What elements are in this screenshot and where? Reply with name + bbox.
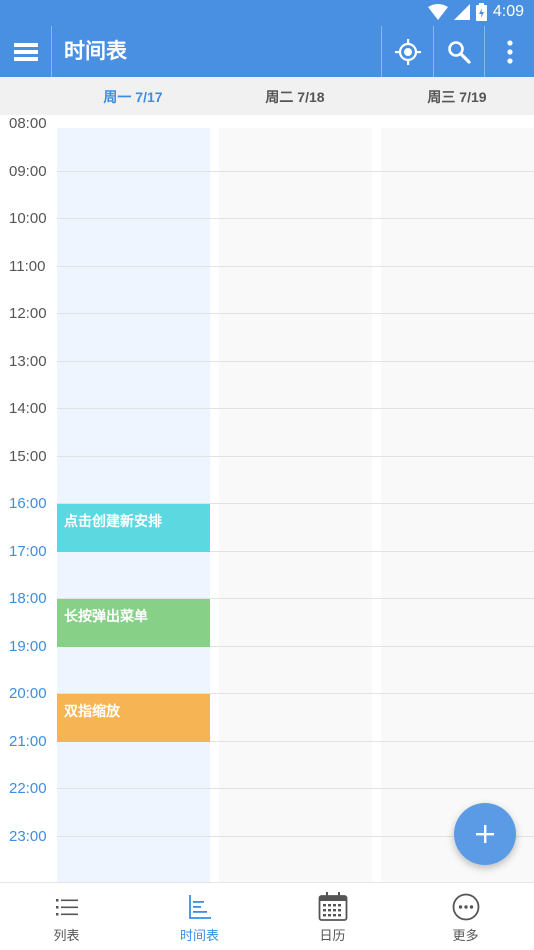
hour-gridline: [57, 218, 534, 219]
hour-gridline: [57, 455, 534, 457]
menu-icon: [13, 42, 38, 61]
plus-icon: [476, 825, 494, 843]
nav-tab-label: 列表: [53, 928, 80, 943]
timetable-grid[interactable]: 08:00 09:00 10:00 11:00 12:00 13:00 14:00 15:00…: [0, 115, 534, 882]
hour-label: 23:00: [9, 827, 47, 845]
hour-label: 13:00: [9, 352, 47, 370]
hour-label: 12:00: [9, 305, 47, 322]
hour-gridline: [57, 788, 534, 789]
hour-label: 09:00: [9, 162, 47, 180]
nav-tab-calendar[interactable]: 日历: [266, 883, 399, 950]
nav-tab-label: 日历: [319, 928, 346, 943]
day-column-tue[interactable]: [219, 128, 372, 882]
hour-label: 17:00: [9, 542, 47, 560]
hour-label: 11:00: [9, 257, 46, 275]
day-tab-mon[interactable]: 周一 7/17: [57, 77, 209, 115]
more-options-button[interactable]: [484, 26, 534, 77]
status-bar: 4:09: [0, 0, 534, 26]
app-bar: 时间表: [0, 26, 534, 77]
hour-label: 19:00: [9, 637, 47, 655]
nav-tab-label: 时间表: [179, 928, 219, 943]
add-event-button[interactable]: [454, 803, 516, 865]
hour-gridline: [57, 265, 534, 267]
event-block[interactable]: 点击创建新安排: [57, 504, 210, 552]
status-time: 4:09: [492, 3, 524, 20]
hour-gridline: [57, 313, 534, 314]
hour-label: 16:00: [9, 495, 47, 512]
hour-label: 21:00: [9, 732, 47, 750]
search-button[interactable]: [433, 26, 484, 77]
hour-gridline: [57, 360, 534, 362]
locate-button[interactable]: [382, 26, 433, 77]
hour-label: 20:00: [9, 685, 47, 702]
nav-tab-more[interactable]: 更多: [399, 883, 532, 950]
app-bar-divider: [51, 26, 52, 77]
search-icon: [447, 40, 471, 64]
hour-gridline: [57, 408, 534, 409]
battery-icon: [475, 3, 487, 21]
calendar-icon: [318, 892, 347, 921]
day-header: 周一 7/17 周二 7/18 周三 7/19: [0, 77, 534, 115]
hour-label: 18:00: [9, 590, 47, 607]
event-block[interactable]: 双指缩放: [57, 694, 210, 742]
nav-tab-timetable[interactable]: 时间表: [133, 883, 266, 950]
locate-icon: [394, 38, 421, 65]
day-tab-tue[interactable]: 周二 7/18: [219, 77, 371, 115]
hour-label: 10:00: [9, 210, 47, 227]
nav-tab-list[interactable]: 列表: [0, 883, 133, 950]
more-vert-icon: [506, 39, 513, 64]
day-tab-wed[interactable]: 周三 7/19: [381, 77, 533, 115]
nav-tab-label: 更多: [452, 928, 479, 943]
list-icon: [55, 899, 78, 916]
page-title: 时间表: [64, 40, 127, 63]
hour-label: 14:00: [9, 400, 47, 417]
hour-label: 15:00: [9, 447, 47, 465]
timetable-icon: [188, 895, 211, 919]
event-block[interactable]: 长按弹出菜单: [57, 599, 210, 647]
signal-icon: [453, 4, 470, 20]
hour-gridline: [57, 170, 534, 172]
hour-label: 08:00: [9, 115, 47, 132]
wifi-icon: [427, 4, 448, 20]
menu-button[interactable]: [0, 26, 51, 77]
day-column-wed[interactable]: [381, 128, 534, 882]
bottom-nav: 列表 时间表 日历 更多: [0, 882, 534, 950]
hour-label: 22:00: [9, 780, 47, 797]
more-circle-icon: [452, 893, 479, 921]
